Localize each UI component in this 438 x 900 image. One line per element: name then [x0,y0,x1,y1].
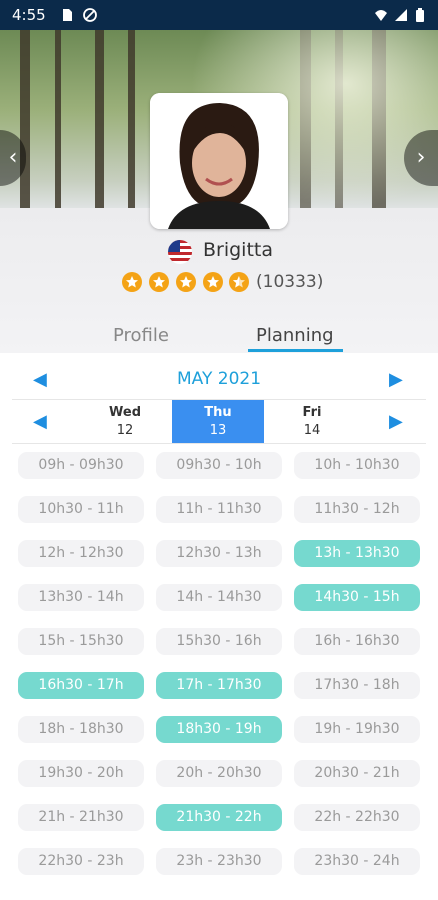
reviews-count: (10333) [256,272,324,292]
time-slot[interactable]: 13h - 13h30 [294,540,420,567]
status-time: 4:55 [12,6,46,24]
active-tab-indicator [248,349,343,352]
time-slot[interactable]: 09h30 - 10h [156,452,282,479]
time-slot[interactable]: 12h30 - 13h [156,540,282,567]
profile-name: Brigitta [203,239,274,261]
time-slot[interactable]: 22h - 22h30 [294,804,420,831]
time-slot[interactable]: 10h - 10h30 [294,452,420,479]
time-slot[interactable]: 14h30 - 15h [294,584,420,611]
day-wed[interactable]: Wed 12 [79,400,171,444]
day-fri[interactable]: Fri 14 [266,400,358,444]
month-label: MAY 2021 [176,369,262,389]
time-slot[interactable]: 16h - 16h30 [294,628,420,655]
time-slot[interactable]: 21h - 21h30 [18,804,144,831]
us-flag-icon [168,240,192,264]
day-name: Wed [109,405,141,420]
tab-profile[interactable]: Profile [113,325,169,346]
time-slot[interactable]: 20h - 20h30 [156,760,282,787]
day-thu[interactable]: Thu 13 [172,400,264,444]
days-row: Wed 12 Thu 13 Fri 14 [0,400,438,444]
time-slot[interactable]: 20h30 - 21h [294,760,420,787]
time-slot[interactable]: 12h - 12h30 [18,540,144,567]
signal-icon [395,9,407,21]
time-slot[interactable]: 23h30 - 24h [294,848,420,875]
battery-icon [416,8,424,22]
time-slot[interactable]: 14h - 14h30 [156,584,282,611]
day-date: 12 [116,423,134,438]
wifi-icon [375,10,387,21]
time-slot[interactable]: 17h30 - 18h [294,672,420,699]
day-name: Fri [302,405,322,420]
status-bar: 4:55 [0,0,438,30]
star-icon [149,272,169,292]
day-name: Thu [204,405,232,420]
time-slot[interactable]: 19h - 19h30 [294,716,420,743]
time-slot[interactable]: 10h30 - 11h [18,496,144,523]
time-slot[interactable]: 21h30 - 22h [156,804,282,831]
time-slot[interactable]: 23h - 23h30 [156,848,282,875]
time-slot[interactable]: 16h30 - 17h [18,672,144,699]
sim-card-icon [63,9,72,21]
time-slot[interactable]: 11h30 - 12h [294,496,420,523]
chevron-left-icon: ‹ [8,145,18,170]
avatar [150,93,288,229]
time-slot[interactable]: 13h30 - 14h [18,584,144,611]
star-icon [203,272,223,292]
star-half-icon [229,272,249,292]
chevron-right-icon: › [416,145,426,170]
time-slot[interactable]: 15h30 - 16h [156,628,282,655]
time-slot[interactable]: 09h - 09h30 [18,452,144,479]
time-slot[interactable]: 19h30 - 20h [18,760,144,787]
time-slot[interactable]: 17h - 17h30 [156,672,282,699]
star-icon [122,272,142,292]
day-date: 13 [209,423,227,438]
day-date: 14 [303,423,321,438]
no-data-icon [83,8,97,22]
divider [12,443,426,444]
time-slot[interactable]: 18h - 18h30 [18,716,144,743]
time-slot[interactable]: 15h - 15h30 [18,628,144,655]
tab-planning[interactable]: Planning [256,325,334,346]
time-slot[interactable]: 18h30 - 19h [156,716,282,743]
next-month-button[interactable]: ▶ [389,369,403,390]
time-slot[interactable]: 11h - 11h30 [156,496,282,523]
star-icon [176,272,196,292]
next-days-button[interactable]: ▶ [389,411,403,432]
time-slot[interactable]: 22h30 - 23h [18,848,144,875]
